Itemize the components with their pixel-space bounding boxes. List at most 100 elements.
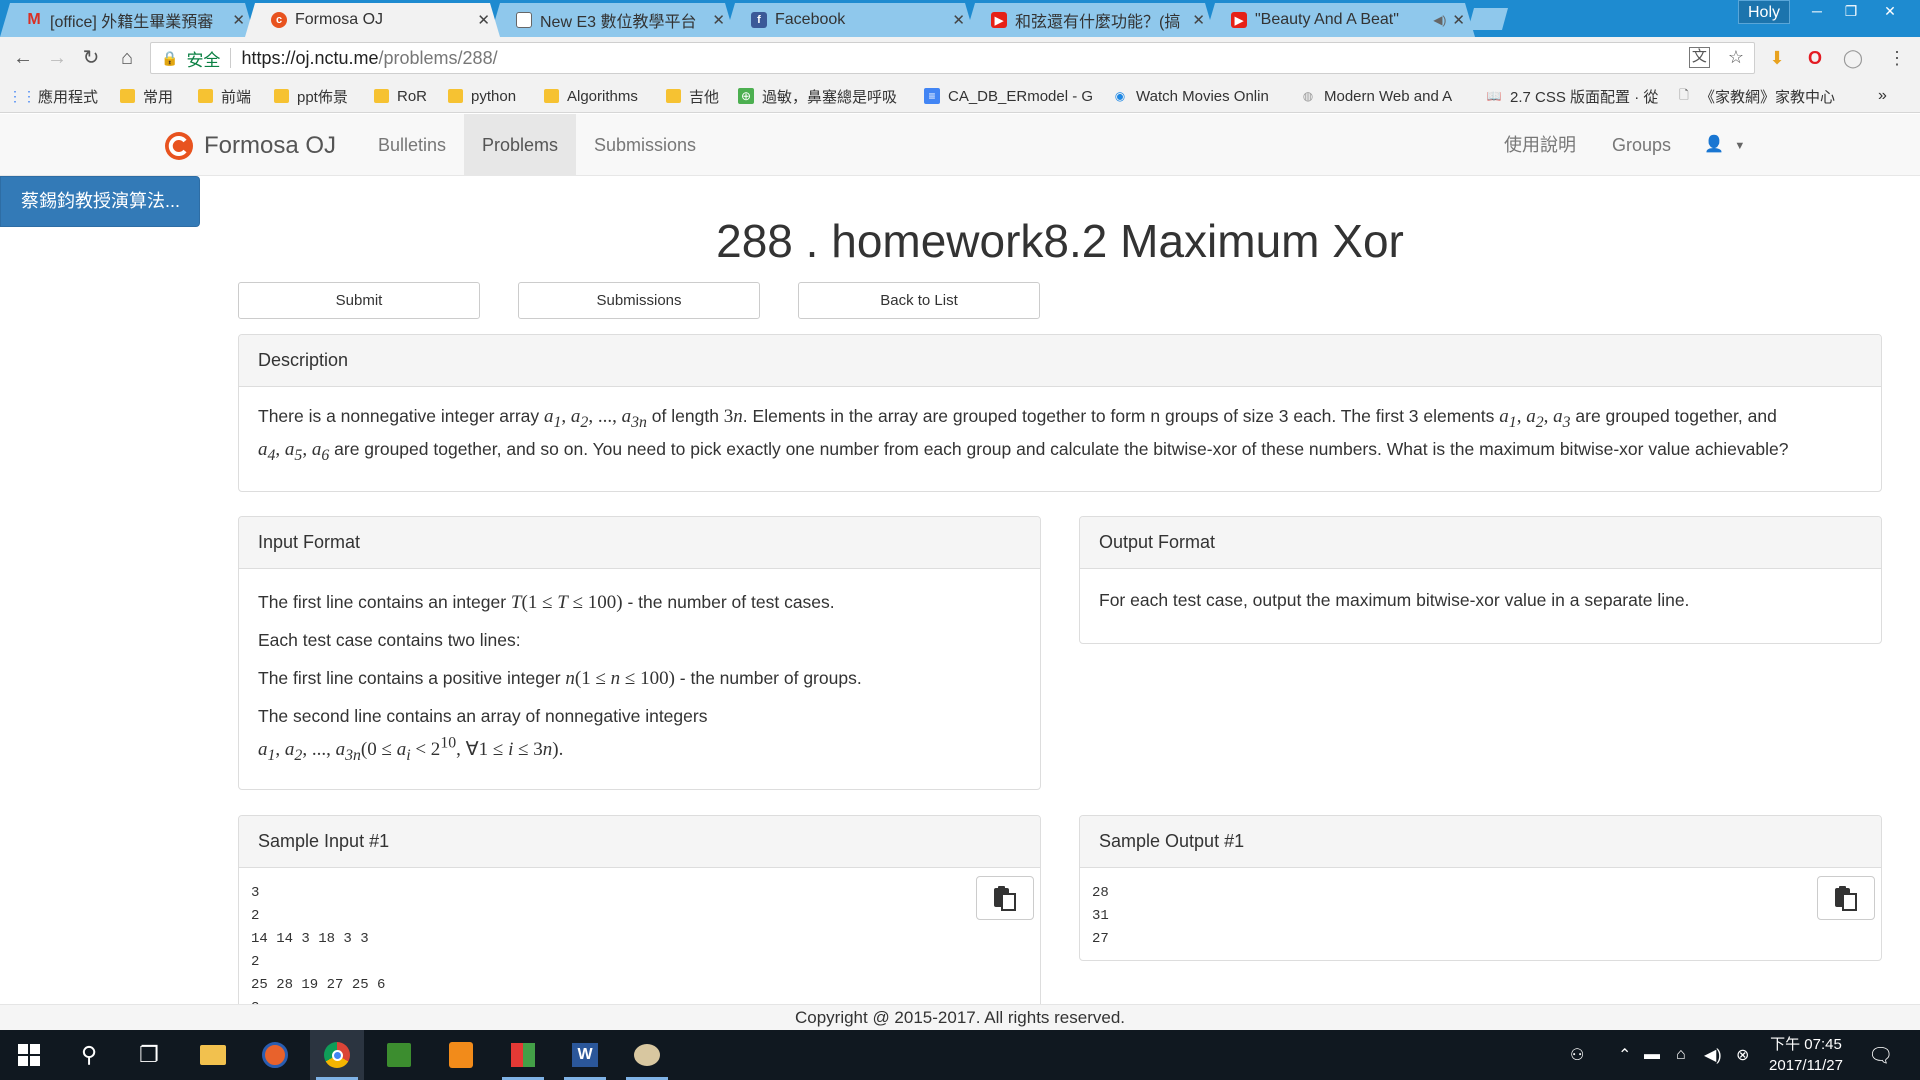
bookmark-folder[interactable]: python (448, 84, 516, 108)
home-icon[interactable]: ⌂ (114, 45, 140, 71)
network-icon[interactable]: ⌂ (1676, 1030, 1686, 1080)
sample-input-heading: Sample Input #1 (239, 816, 1040, 868)
bookmark-site[interactable]: ◍ Modern Web and A (1300, 84, 1470, 108)
browser-tab-youtube-beauty[interactable]: ▶ "Beauty And A Beat" ◀) ✕ (1205, 3, 1475, 37)
bookmark-folder[interactable]: ppt佈景 (274, 84, 348, 108)
submit-button[interactable]: Submit (238, 282, 480, 319)
url-bar[interactable]: 🔒 安全 https://oj.nctu.me/problems/288/ 文 … (150, 42, 1755, 74)
brand-link[interactable]: Formosa OJ (164, 131, 336, 161)
bookmark-folder[interactable]: 前端 (198, 84, 251, 108)
download-icon[interactable]: ⬇ (1764, 45, 1790, 71)
bookmark-label: python (471, 87, 517, 105)
copy-sample-output-button[interactable] (1817, 876, 1875, 920)
bookmark-doc[interactable]: ≡ CA_DB_ERmodel - G (924, 84, 1096, 108)
nav-groups[interactable]: Groups (1594, 114, 1689, 176)
more-bookmarks-icon[interactable]: » (1878, 84, 1887, 108)
bookmark-label: 2.7 CSS 版面配置 · 從 (1510, 88, 1659, 106)
audio-playing-icon[interactable]: ◀) (1433, 13, 1446, 27)
reload-icon[interactable]: ↻ (78, 45, 104, 71)
page-icon (516, 12, 532, 28)
chrome-icon[interactable] (310, 1030, 364, 1080)
close-tab-icon[interactable]: ✕ (1192, 11, 1205, 29)
show-hidden-icons[interactable]: ⌃ (1618, 1030, 1631, 1080)
page-footer: Copyright @ 2015-2017. All rights reserv… (0, 1004, 1920, 1030)
file-explorer-icon[interactable] (186, 1030, 240, 1080)
close-tab-icon[interactable]: ✕ (952, 11, 965, 29)
restore-icon[interactable]: ❐ (1834, 0, 1868, 22)
sample-output-heading: Sample Output #1 (1080, 816, 1881, 868)
firefox-icon[interactable] (248, 1030, 302, 1080)
menu-icon[interactable]: ⋮ (1884, 45, 1910, 71)
bookmark-site[interactable]: ⊕ 過敏，鼻塞總是呼吸 (738, 84, 906, 108)
browser-tab-formosa-oj[interactable]: c Formosa OJ ✕ (245, 3, 500, 37)
profile-button[interactable]: Holy (1738, 0, 1790, 24)
bookmark-label: 應用程式 (38, 88, 99, 106)
back-to-list-button[interactable]: Back to List (798, 282, 1040, 319)
site-icon: ⊕ (738, 88, 754, 104)
battery-icon[interactable]: ▬ (1644, 1030, 1660, 1080)
nav-bulletins[interactable]: Bulletins (360, 114, 464, 176)
bookmark-folder[interactable]: Algorithms (544, 84, 638, 108)
nav-help[interactable]: 使用說明 (1486, 114, 1594, 176)
windows-logo-icon (18, 1044, 40, 1066)
bookmark-label: 《家教網》家教中心 (1700, 88, 1836, 106)
bookmark-label: CA_DB_ERmodel - G (948, 87, 1094, 105)
word-icon[interactable]: W (558, 1030, 612, 1080)
close-tab-icon[interactable]: ✕ (712, 11, 725, 29)
notification-x-icon[interactable]: ⊗ (1736, 1030, 1749, 1080)
bookmark-site[interactable]: ◉ Watch Movies Onlin (1112, 84, 1284, 108)
tab-title: Facebook (775, 11, 846, 28)
description-body: There is a nonnegative integer array a1,… (239, 387, 1881, 488)
course-button[interactable]: 蔡錫鈞教授演算法... (0, 176, 200, 227)
forward-arrow-icon[interactable]: → (44, 45, 70, 71)
bookmark-book[interactable]: 📖 2.7 CSS 版面配置 · 從 (1486, 84, 1674, 108)
back-arrow-icon[interactable]: ← (10, 45, 36, 71)
task-view-icon[interactable]: ❐ (122, 1030, 176, 1080)
bookmark-folder[interactable]: 吉他 (666, 84, 719, 108)
bookmark-star-icon[interactable]: ☆ (1728, 47, 1744, 68)
new-tab-button[interactable] (1468, 8, 1508, 30)
close-tab-icon[interactable]: ✕ (232, 11, 245, 29)
people-icon[interactable]: ⚇ (1570, 1030, 1584, 1080)
taskbar-clock[interactable]: 下午 07:45 2017/11/27 (1756, 1034, 1856, 1076)
bookmark-apps[interactable]: ⋮⋮ 應用程式 (14, 84, 98, 108)
user-dropdown[interactable]: 👤 ▼ (1704, 114, 1745, 176)
nav-submissions[interactable]: Submissions (576, 114, 714, 176)
bookmark-page[interactable]: 🗋 《家教網》家教中心 (1676, 84, 1848, 108)
sublime-text-icon[interactable] (434, 1030, 488, 1080)
browser-tab-new-e3[interactable]: New E3 數位教學平台 ✕ (490, 3, 735, 37)
submissions-button[interactable]: Submissions (518, 282, 760, 319)
browser-tab-gmail[interactable]: M [office] 外籍生畢業預審 ✕ (0, 3, 255, 37)
tab-title: "Beauty And A Beat" (1255, 11, 1399, 28)
tab-title: Formosa OJ (295, 11, 384, 28)
close-window-icon[interactable]: ✕ (1868, 0, 1912, 22)
browser-tab-facebook[interactable]: f Facebook ✕ (725, 3, 975, 37)
clock-time: 下午 07:45 (1770, 1036, 1842, 1053)
close-tab-icon[interactable]: ✕ (477, 11, 490, 29)
sample-output-code[interactable]: 28 31 27 (1080, 868, 1881, 960)
app-icon[interactable] (496, 1030, 550, 1080)
volume-icon[interactable]: ◀) (1704, 1030, 1722, 1080)
translate-icon[interactable]: 文 (1688, 47, 1710, 68)
app-icon[interactable] (372, 1030, 426, 1080)
input-line-1: The first line contains an integer T(1 ≤… (258, 589, 1021, 616)
browser-tab-youtube-chord[interactable]: ▶ 和弦還有什麼功能？(搞 ✕ (965, 3, 1215, 37)
globe-icon: ◍ (1302, 89, 1314, 103)
minimize-icon[interactable]: ─ (1800, 0, 1834, 22)
search-icon[interactable]: ⚲ (62, 1030, 116, 1080)
bookmark-folder[interactable]: 常用 (120, 84, 173, 108)
tab-title: New E3 數位教學平台 (540, 14, 697, 31)
sample-input-code[interactable]: 3 2 14 14 3 18 3 3 2 25 28 19 27 25 6 2 (239, 868, 1040, 1014)
bookmark-label: 常用 (143, 88, 174, 106)
math-array-range: a1, a2, ..., a3n(0 ≤ ai < 210, ∀1 ≤ i ≤ … (258, 735, 564, 765)
nav-problems[interactable]: Problems (464, 114, 577, 176)
copy-sample-input-button[interactable] (976, 876, 1034, 920)
math-length: 3n (723, 406, 743, 427)
windows-start-icon[interactable] (2, 1030, 56, 1080)
opera-icon[interactable]: O (1802, 45, 1828, 71)
paint-icon[interactable] (620, 1030, 674, 1080)
action-center-icon[interactable]: 🗨 (1868, 1030, 1893, 1080)
extension-icon[interactable]: ◯ (1840, 45, 1866, 71)
bookmark-folder[interactable]: RoR (374, 84, 427, 108)
close-tab-icon[interactable]: ✕ (1452, 11, 1465, 29)
